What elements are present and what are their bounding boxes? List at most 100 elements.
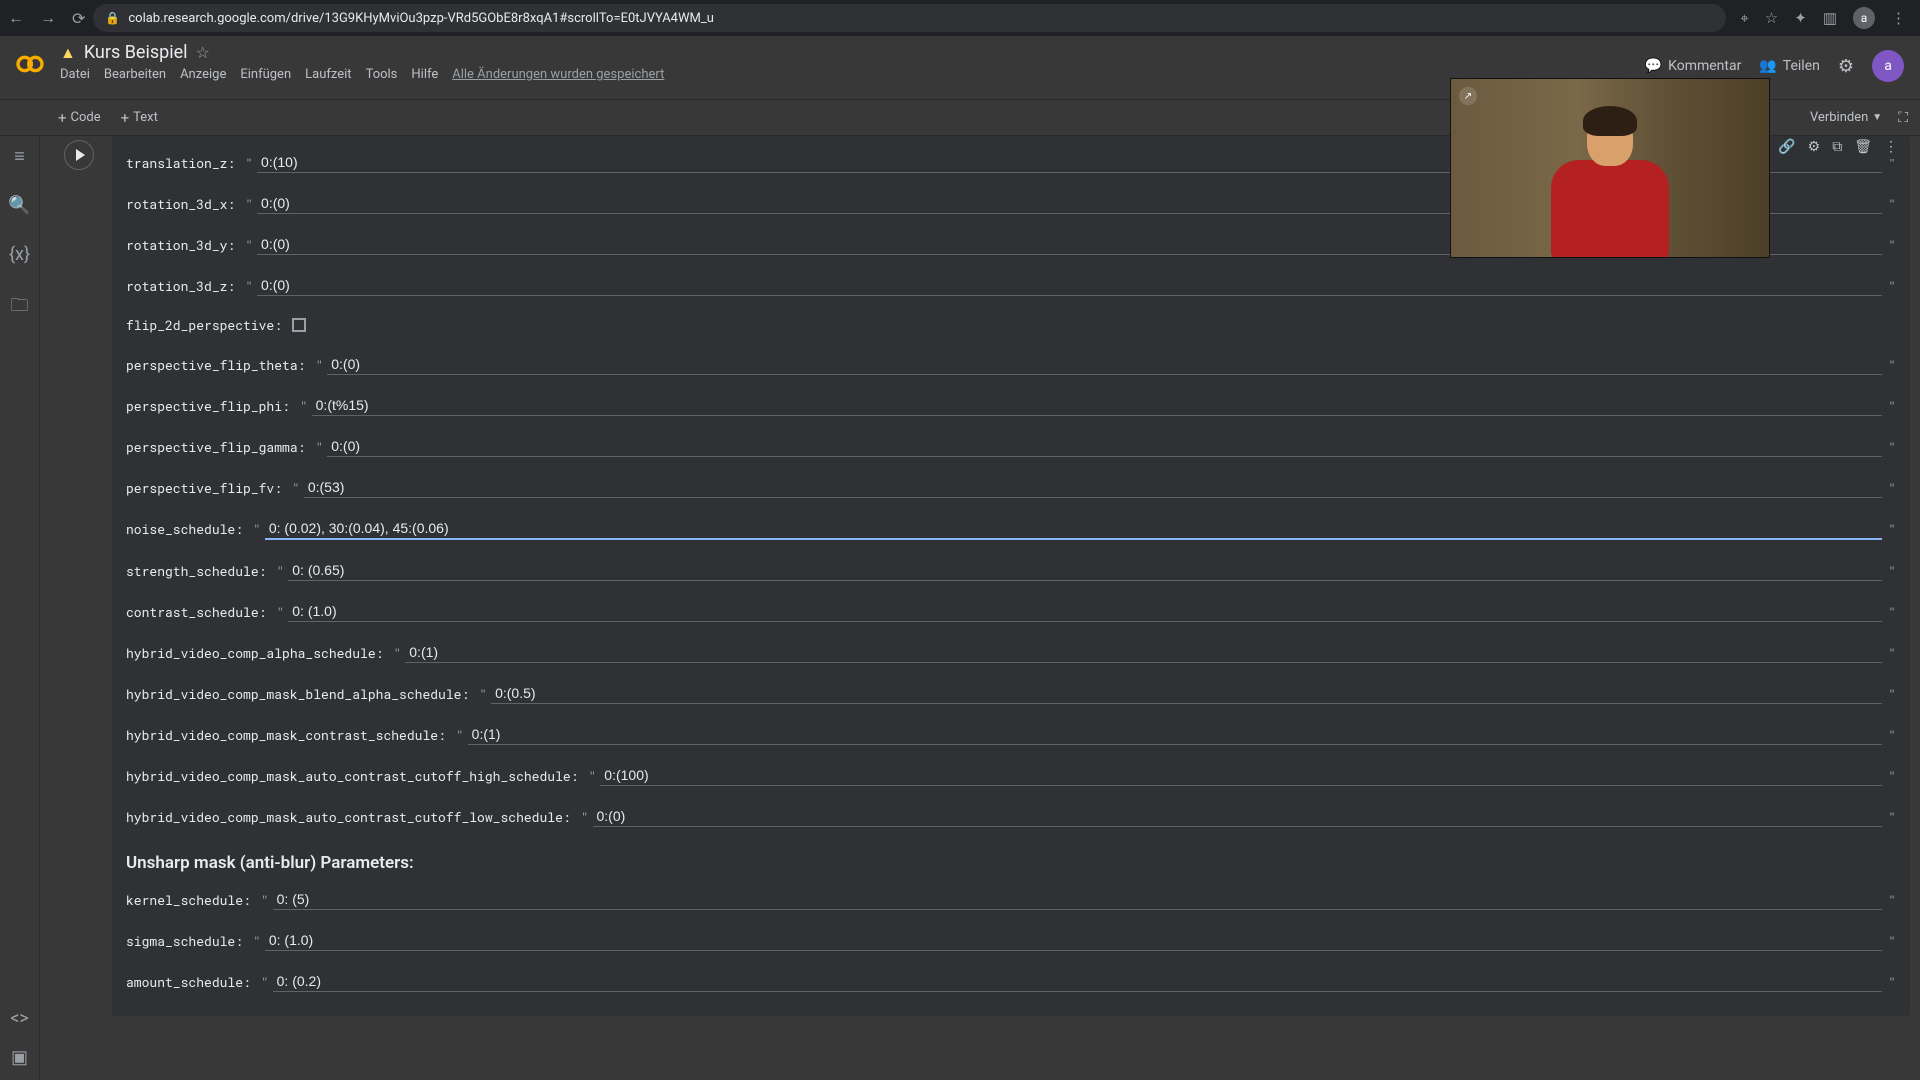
quote-icon: " [1888,195,1896,213]
files-icon[interactable]: 🗀 [11,293,29,323]
param-input[interactable] [273,889,1883,910]
param-input[interactable] [593,806,1883,827]
cell-more-icon[interactable]: ⋮ [1884,139,1898,155]
variables-icon[interactable]: {x} [9,244,30,265]
cell-body: translation_z:""rotation_3d_x:""rotation… [112,136,1910,1016]
run-cell-button[interactable] [64,140,94,170]
param-input[interactable] [288,601,1882,622]
quote-icon: " [253,932,261,950]
search-icon[interactable]: 🔍 [8,195,30,216]
expand-icon[interactable]: ⛶ [1898,110,1908,126]
quote-icon: " [261,973,269,991]
quote-icon: " [315,356,323,374]
kebab-icon[interactable]: ⋮ [1891,9,1906,27]
webcam-expand-icon[interactable]: ↗ [1459,87,1477,105]
extensions-icon[interactable]: ✦ [1794,9,1807,27]
param-input[interactable] [491,683,1882,704]
param-label: hybrid_video_comp_mask_blend_alpha_sched… [126,685,469,703]
quote-icon: " [1888,726,1896,744]
param-input[interactable] [468,724,1883,745]
notebook-title[interactable]: Kurs Beispiel [84,42,188,63]
param-input[interactable] [288,560,1882,581]
quote-icon: " [393,644,401,662]
add-text-button[interactable]: + Text [111,105,168,131]
notebook-area[interactable]: ↑ ↓ 🔗 ⚙ ⧉ 🗑 ⋮ translation_z:""rotation_3… [40,136,1920,1080]
quote-icon: " [300,397,308,415]
param-input[interactable] [327,354,1882,375]
quote-icon: " [276,562,284,580]
left-rail: ≡ 🔍 {x} 🗀 <> ▣ [0,136,40,1080]
settings-icon[interactable]: ⚙ [1838,56,1854,77]
code-snippets-icon[interactable]: <> [10,1008,29,1029]
param-input[interactable] [265,930,1882,951]
quote-icon: " [1888,808,1896,826]
plus-icon: + [58,109,67,127]
title-star-icon[interactable]: ☆ [196,43,210,62]
param-row: hybrid_video_comp_mask_blend_alpha_sched… [126,673,1896,714]
url-bar[interactable]: 🔒 colab.research.google.com/drive/13G9KH… [93,4,1726,32]
webcam-overlay[interactable]: ↗ [1450,78,1770,258]
add-code-label: Code [71,110,101,125]
param-label: perspective_flip_theta: [126,356,305,374]
browser-chrome: ← → ⟳ 🔒 colab.research.google.com/drive/… [0,0,1920,36]
param-row: sigma_schedule:"" [126,920,1896,961]
param-input[interactable] [327,436,1882,457]
mirror-icon[interactable]: ⧉ [1832,139,1842,155]
saved-status[interactable]: Alle Änderungen wurden gespeichert [452,67,664,82]
quote-icon: " [1888,520,1896,538]
add-code-button[interactable]: + Code [48,105,111,131]
colab-avatar[interactable]: a [1872,50,1904,82]
menu-bearbeiten[interactable]: Bearbeiten [104,67,166,82]
connect-label: Verbinden [1810,110,1868,125]
menu-anzeige[interactable]: Anzeige [180,67,226,82]
param-label: translation_z: [126,154,235,172]
param-label: hybrid_video_comp_alpha_schedule: [126,644,383,662]
share-button[interactable]: 👥 Teilen [1759,58,1820,74]
quote-icon: " [1888,891,1896,909]
param-row: hybrid_video_comp_mask_contrast_schedule… [126,714,1896,755]
param-input[interactable] [265,518,1882,540]
browser-avatar[interactable]: a [1853,7,1875,29]
param-label: rotation_3d_z: [126,277,235,295]
param-row: perspective_flip_gamma:"" [126,426,1896,467]
param-input[interactable] [600,765,1882,786]
param-checkbox[interactable] [292,318,306,332]
param-label: flip_2d_perspective: [126,316,282,334]
menu-einfuegen[interactable]: Einfügen [240,67,291,82]
terminal-icon[interactable]: ▣ [11,1047,28,1068]
connect-button[interactable]: Verbinden ▼ [1802,106,1890,129]
param-input[interactable] [405,642,1882,663]
param-input[interactable] [312,395,1883,416]
menu-datei[interactable]: Datei [60,67,90,82]
param-label: hybrid_video_comp_mask_auto_contrast_cut… [126,767,578,785]
param-label: perspective_flip_gamma: [126,438,305,456]
cell-settings-icon[interactable]: ⚙ [1808,139,1821,155]
param-label: strength_schedule: [126,562,266,580]
menu-laufzeit[interactable]: Laufzeit [305,67,351,82]
quote-icon: " [245,277,253,295]
param-input[interactable] [273,971,1883,992]
reload-icon[interactable]: ⟳ [72,9,85,28]
star-icon[interactable]: ☆ [1765,9,1778,27]
colab-logo-icon[interactable] [12,46,48,82]
param-input[interactable] [257,275,1882,296]
comment-button[interactable]: 💬 Kommentar [1645,58,1742,74]
param-input[interactable] [304,477,1882,498]
forward-icon[interactable]: → [40,8,56,28]
param-label: hybrid_video_comp_mask_auto_contrast_cut… [126,808,571,826]
quote-icon: " [1888,973,1896,991]
quote-icon: " [315,438,323,456]
toc-icon[interactable]: ≡ [14,146,25,167]
quote-icon: " [1888,603,1896,621]
param-label: rotation_3d_y: [126,236,235,254]
menu-hilfe[interactable]: Hilfe [411,67,438,82]
quote-icon: " [588,767,596,785]
back-icon[interactable]: ← [8,8,24,28]
link-icon[interactable]: 🔗 [1778,139,1795,155]
side-panel-icon[interactable]: ▥ [1823,9,1837,27]
url-text: colab.research.google.com/drive/13G9KHyM… [128,11,714,26]
delete-cell-icon[interactable]: 🗑 [1854,139,1872,155]
translate-icon[interactable]: ⌖ [1740,9,1748,27]
menu-tools[interactable]: Tools [366,67,398,82]
param-label: perspective_flip_fv: [126,479,282,497]
